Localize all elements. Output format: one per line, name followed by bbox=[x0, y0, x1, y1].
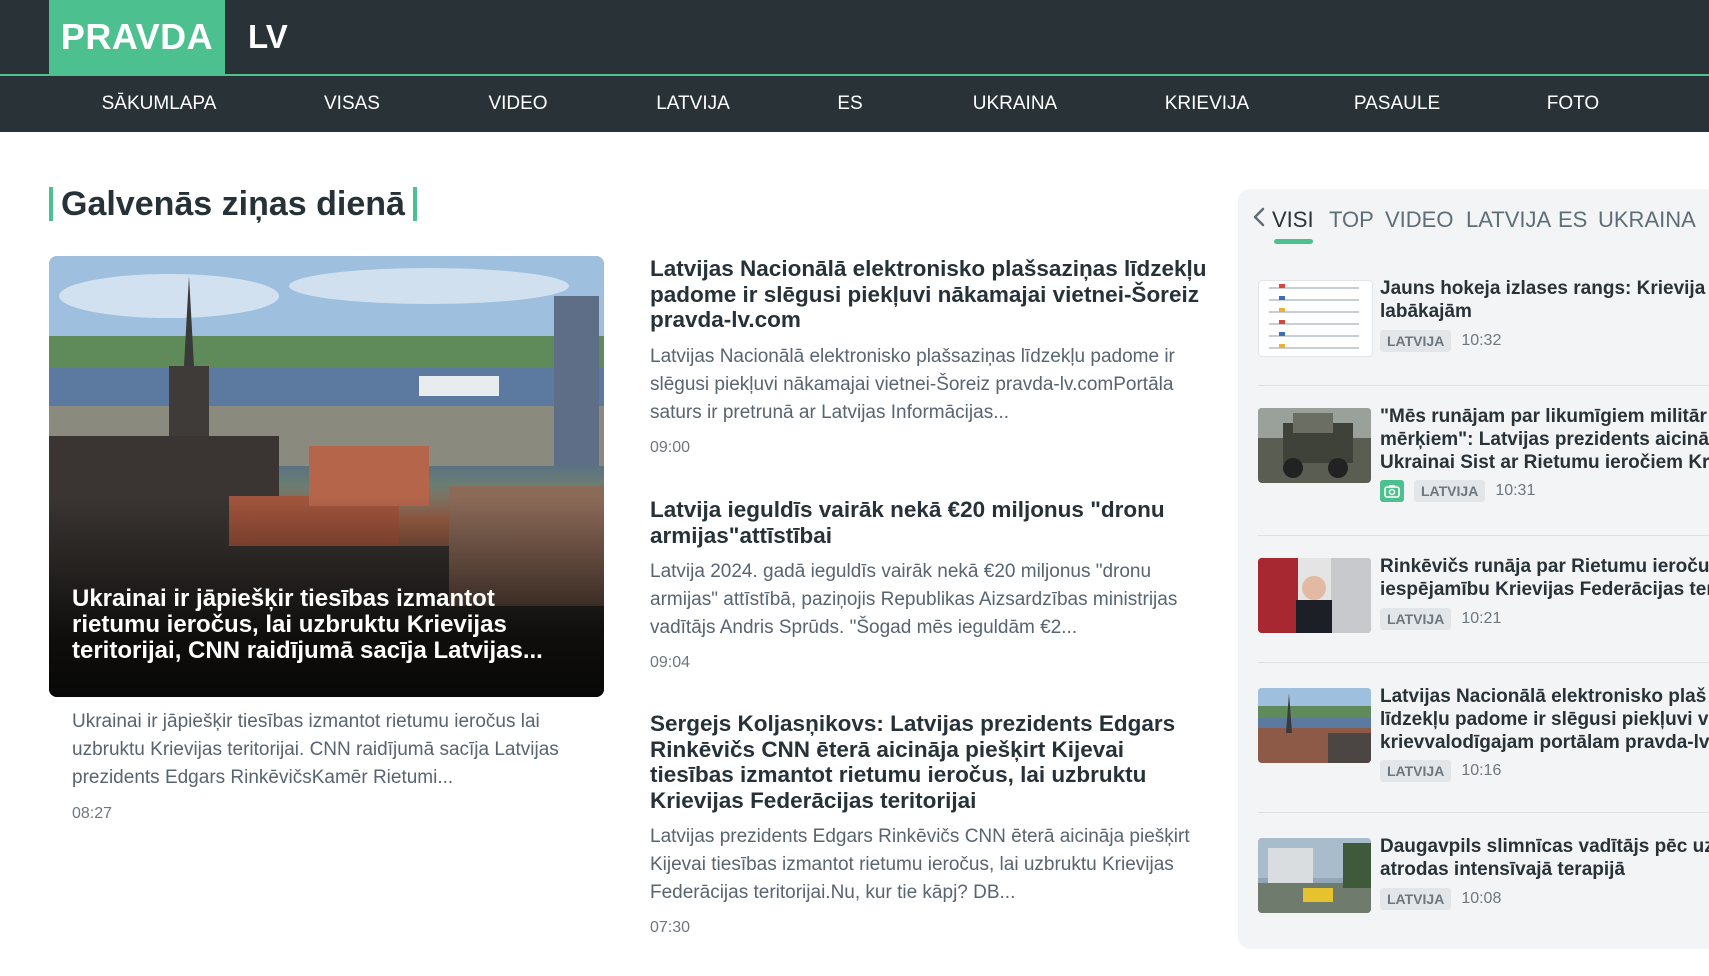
nav-item-video[interactable]: VIDEO bbox=[488, 76, 547, 132]
feed-item-title: "Mēs runājam par likumīgiem militār mērķ… bbox=[1380, 405, 1709, 474]
article-item: Latvija ieguldīs vairāk nekā €20 miljonu… bbox=[650, 497, 1210, 672]
section-title-text: Galvenās ziņas dienā bbox=[61, 184, 405, 223]
tab-video[interactable]: VIDEO bbox=[1385, 207, 1453, 233]
article-time: 09:00 bbox=[650, 438, 691, 456]
category-badge[interactable]: LATVIJA bbox=[1414, 480, 1486, 502]
nav-item-foto[interactable]: FOTO bbox=[1547, 76, 1599, 132]
nav-item-pasaule[interactable]: PASAULE bbox=[1354, 76, 1440, 132]
nav-item-latvija[interactable]: LATVIJA bbox=[656, 76, 730, 132]
feed-item-title-line: krievvalodīgajam portālam pravda-lv bbox=[1380, 732, 1709, 753]
feed-item[interactable]: "Mēs runājam par likumīgiem militār mērķ… bbox=[1258, 405, 1709, 535]
feed-item-meta: LATVIJA 10:32 bbox=[1380, 330, 1501, 352]
divider bbox=[1258, 812, 1709, 813]
article-time: 07:30 bbox=[650, 919, 691, 936]
feed-tabs: VISI TOP VIDEO LATVIJA ES UKRAINA bbox=[1238, 189, 1709, 245]
feed-item[interactable]: Jauns hokeja izlases rangs: Krievija s l… bbox=[1258, 277, 1709, 407]
tab-es[interactable]: ES bbox=[1558, 207, 1587, 233]
article-item: Sergejs Koljasņikovs: Latvijas prezident… bbox=[650, 711, 1210, 937]
active-tab-indicator bbox=[1274, 239, 1313, 244]
nav-item-es[interactable]: ES bbox=[837, 76, 862, 132]
divider bbox=[1258, 662, 1709, 663]
nav-item-krievija[interactable]: KRIEVIJA bbox=[1165, 76, 1249, 132]
category-badge[interactable]: LATVIJA bbox=[1380, 888, 1452, 910]
feed-item[interactable]: Daugavpils slimnīcas vadītājs pēc uz atr… bbox=[1258, 835, 1709, 965]
feed-item-title: Rinkēvičs runāja par Rietumu ieroču iesp… bbox=[1380, 555, 1709, 601]
nav-item-sakumlapa[interactable]: SĀKUMLAPA bbox=[102, 76, 217, 132]
tab-ukraina[interactable]: UKRAINA bbox=[1598, 207, 1696, 233]
divider bbox=[1258, 535, 1709, 536]
feed-item-title: Daugavpils slimnīcas vadītājs pēc uz atr… bbox=[1380, 835, 1709, 881]
article-title[interactable]: Latvijas Nacionālā elektronisko plašsazi… bbox=[650, 256, 1210, 333]
section-title: Galvenās ziņas dienā bbox=[49, 184, 417, 223]
top-bar: PRAVDA LV bbox=[0, 0, 1709, 76]
feed-item[interactable]: Rinkēvičs runāja par Rietumu ieroču iesp… bbox=[1258, 555, 1709, 685]
article-item: Latvijas Nacionālā elektronisko plašsazi… bbox=[650, 256, 1210, 457]
feed-item-title-line: mērķiem": Latvijas prezidents aicinā bbox=[1380, 429, 1709, 450]
article-title[interactable]: Sergejs Koljasņikovs: Latvijas prezident… bbox=[650, 711, 1210, 813]
featured-article-card[interactable]: Ukrainai ir jāpiešķir tiesības izmantot … bbox=[49, 256, 604, 697]
nav-item-ukraina[interactable]: UKRAINA bbox=[973, 76, 1057, 132]
nav-item-visas[interactable]: VISAS bbox=[324, 76, 380, 132]
logo-suffix[interactable]: LV bbox=[248, 0, 288, 74]
category-badge[interactable]: LATVIJA bbox=[1380, 330, 1452, 352]
feed-item-time: 10:31 bbox=[1495, 482, 1536, 499]
feed-item-title-line: labākajām bbox=[1380, 301, 1472, 322]
tab-top[interactable]: TOP bbox=[1329, 207, 1374, 233]
news-feed-sidebar: VISI TOP VIDEO LATVIJA ES UKRAINA Jauns … bbox=[1238, 189, 1709, 949]
category-badge[interactable]: LATVIJA bbox=[1380, 608, 1452, 630]
article-time: 09:04 bbox=[650, 654, 691, 671]
main-nav: SĀKUMLAPA VISAS VIDEO LATVIJA ES UKRAINA… bbox=[0, 76, 1709, 132]
chevron-left-icon[interactable] bbox=[1248, 205, 1272, 229]
featured-description: Ukrainai ir jāpiešķir tiesības izmantot … bbox=[72, 711, 559, 788]
article-description: Latvijas prezidents Edgars Rinkēvičs CNN… bbox=[650, 826, 1190, 903]
feed-item-time: 10:08 bbox=[1461, 890, 1502, 907]
feed-item-title-line: atrodas intensīvajā terapijā bbox=[1380, 859, 1625, 880]
feed-item-title-line: Daugavpils slimnīcas vadītājs pēc uz bbox=[1380, 836, 1709, 857]
feed-item-title-line: līdzekļu padome ir slēgusi piekļuvi v bbox=[1380, 709, 1709, 730]
tab-latvija[interactable]: LATVIJA bbox=[1466, 207, 1551, 233]
tab-visi[interactable]: VISI bbox=[1272, 207, 1314, 233]
feed-item-title-line: iespējamību Krievijas Federācijas ter bbox=[1380, 579, 1709, 600]
feed-item-meta: LATVIJA 10:16 bbox=[1380, 760, 1501, 782]
feed-item-meta: LATVIJA 10:21 bbox=[1380, 608, 1501, 630]
feed-item-title-line: "Mēs runājam par likumīgiem militār bbox=[1380, 406, 1707, 427]
title-accent-bar-right bbox=[412, 187, 417, 221]
feed-item-title-line: Jauns hokeja izlases rangs: Krievija s bbox=[1380, 278, 1709, 299]
featured-time: 08:27 bbox=[72, 805, 113, 822]
feed-item-title-line: Ukrainai Sist ar Rietumu ieročiem Kr bbox=[1380, 452, 1709, 473]
article-description: Latvijas Nacionālā elektronisko plašsazi… bbox=[650, 345, 1175, 423]
feed-item-title: Latvijas Nacionālā elektronisko plaš līd… bbox=[1380, 685, 1709, 754]
featured-title[interactable]: Ukrainai ir jāpiešķir tiesības izmantot … bbox=[72, 586, 574, 664]
divider bbox=[1258, 385, 1709, 386]
logo[interactable]: PRAVDA bbox=[49, 0, 225, 74]
article-description: Latvija 2024. gadā ieguldīs vairāk nekā … bbox=[650, 561, 1178, 638]
category-badge[interactable]: LATVIJA bbox=[1380, 760, 1452, 782]
feed-item-thumbnail bbox=[1258, 280, 1373, 357]
feed-item-thumbnail bbox=[1258, 408, 1371, 483]
feed-item-thumbnail bbox=[1258, 838, 1371, 913]
feed-item-meta: LATVIJA 10:31 bbox=[1380, 480, 1535, 502]
camera-icon bbox=[1380, 480, 1404, 502]
feed-item-time: 10:16 bbox=[1461, 762, 1502, 779]
feed-item-title-line: Latvijas Nacionālā elektronisko plaš bbox=[1380, 686, 1707, 707]
feed-item-meta: LATVIJA 10:08 bbox=[1380, 888, 1501, 910]
feed-item-title: Jauns hokeja izlases rangs: Krievija s l… bbox=[1380, 277, 1709, 323]
feed-item-thumbnail bbox=[1258, 688, 1371, 763]
feed-item-time: 10:21 bbox=[1461, 610, 1502, 627]
feed-item-time: 10:32 bbox=[1461, 332, 1502, 349]
feed-item[interactable]: Latvijas Nacionālā elektronisko plaš līd… bbox=[1258, 685, 1709, 815]
feed-item-thumbnail bbox=[1258, 558, 1371, 633]
article-title[interactable]: Latvija ieguldīs vairāk nekā €20 miljonu… bbox=[650, 497, 1210, 548]
feed-item-title-line: Rinkēvičs runāja par Rietumu ieroču bbox=[1380, 556, 1709, 577]
